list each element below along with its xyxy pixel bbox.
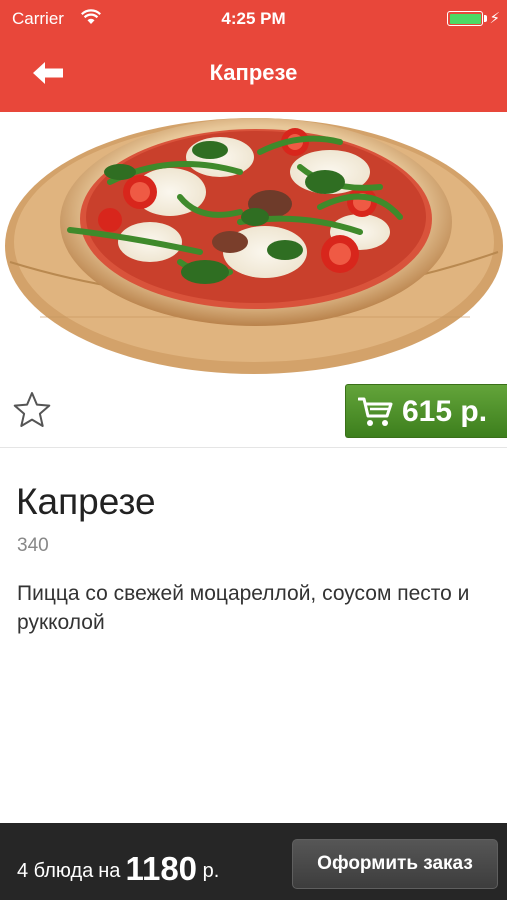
nav-title: Капрезе — [209, 60, 298, 85]
battery-icon — [447, 11, 483, 26]
checkout-button[interactable]: Оформить заказ — [292, 839, 498, 889]
order-summary: 4 блюда на 1180 р. — [17, 847, 220, 887]
order-currency: р. — [202, 860, 220, 882]
product-image — [0, 112, 507, 376]
order-total: 1180 — [125, 850, 198, 887]
navigation-header: Carrier 4:25 PM ⚡ Капрезе — [0, 0, 507, 112]
status-time: 4:25 PM — [221, 9, 286, 28]
product-weight: 340 — [17, 535, 49, 556]
charging-icon: ⚡ — [489, 10, 500, 27]
product-description: Пицца со свежей моцареллой, соусом песто… — [17, 582, 470, 634]
status-bar: Carrier 4:25 PM ⚡ — [0, 0, 507, 36]
battery-tip — [484, 15, 487, 22]
price-label: 615 р. — [402, 395, 488, 428]
order-count: 4 блюда — [17, 860, 94, 882]
product-actions: 615 р. — [0, 376, 507, 448]
add-to-cart-button[interactable]: 615 р. — [345, 384, 507, 438]
order-bar: 4 блюда на 1180 р. Оформить заказ — [0, 823, 507, 900]
cart-icon — [358, 397, 393, 426]
product-title: Капрезе — [16, 481, 156, 522]
order-connector: на — [98, 860, 121, 882]
star-outline-icon[interactable] — [12, 390, 52, 430]
